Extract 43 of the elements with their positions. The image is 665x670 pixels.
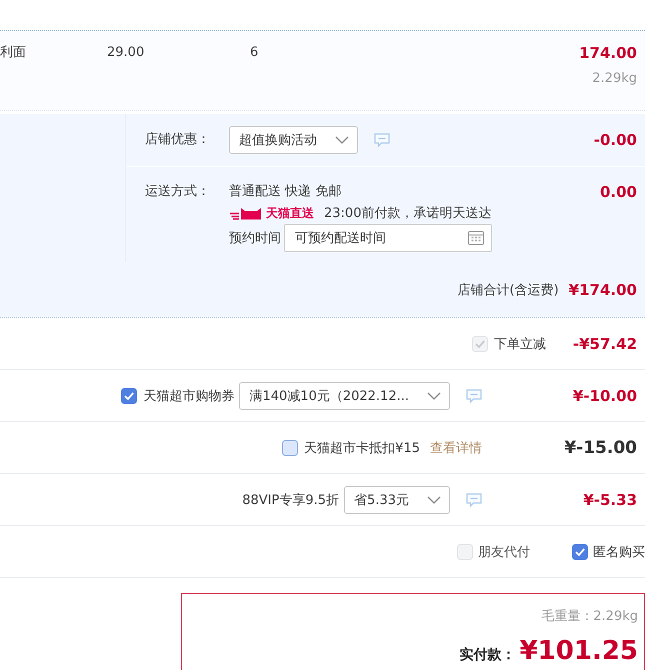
delivery-promise: 23:00前付款，承诺明天送达 bbox=[324, 205, 492, 222]
dropdown[interactable]: 超值换购活动 bbox=[229, 126, 358, 154]
date-input-field[interactable]: 可预约配送时间 bbox=[284, 224, 492, 252]
cat-head-icon bbox=[229, 206, 263, 220]
delivery-service-label: 天猫直送 bbox=[266, 204, 314, 222]
amount-due: ¥101.25 bbox=[520, 636, 638, 666]
adjustment-amount: ¥-10.00 bbox=[572, 386, 637, 404]
calendar-icon[interactable] bbox=[468, 230, 484, 245]
option-label: 匿名购买 bbox=[593, 544, 645, 560]
adjustment-amount: ¥-5.33 bbox=[582, 490, 637, 508]
speech-bubble-icon[interactable] bbox=[374, 133, 390, 147]
adjustment-label: 下单立减 bbox=[494, 336, 546, 352]
total-weight: 毛重量：2.29kg bbox=[540, 608, 638, 626]
discount-amount: -0.00 bbox=[594, 130, 637, 150]
adjustment-amount: -¥57.42 bbox=[572, 334, 637, 352]
chevron-down-icon bbox=[335, 136, 349, 144]
shop-total-amount: ¥174.00 bbox=[568, 280, 637, 300]
subtotal: 174.00 bbox=[579, 44, 637, 62]
checkbox[interactable] bbox=[121, 388, 138, 404]
dropdown[interactable]: 满140减10元（2022.12... bbox=[239, 382, 450, 410]
unit-price: 29.00 bbox=[107, 44, 146, 62]
shipping-amount: 0.00 bbox=[600, 182, 637, 202]
checkbox[interactable] bbox=[282, 440, 298, 456]
speech-bubble-icon[interactable] bbox=[466, 388, 482, 402]
shop-total-label: 店铺合计(含运费) bbox=[458, 282, 559, 298]
option-label: 朋友代付 bbox=[478, 544, 530, 560]
item-weight: 2.29kg bbox=[591, 70, 637, 88]
adjustment-label: 天猫超市购物券 bbox=[143, 388, 234, 404]
adjustment-label: 88VIP专享9.5折 bbox=[242, 492, 340, 508]
chevron-down-icon bbox=[427, 496, 441, 504]
chevron-down-icon bbox=[427, 392, 441, 400]
shipping-label: 运送方式： bbox=[145, 183, 211, 201]
dropdown[interactable]: 省5.33元 bbox=[344, 486, 450, 514]
checkbox[interactable] bbox=[572, 544, 588, 560]
appointment-label: 预约时间 bbox=[229, 230, 281, 247]
shop-discount-label: 店铺优惠： bbox=[145, 131, 211, 149]
adjustment-label: 天猫超市卡抵扣¥15 bbox=[304, 440, 420, 456]
shipping-method: 普通配送 快递 免邮 bbox=[229, 182, 342, 201]
adjustment-amount: ¥-15.00 bbox=[563, 438, 637, 458]
product-name[interactable]: 利面 bbox=[0, 44, 107, 62]
speech-bubble-icon[interactable] bbox=[466, 492, 482, 506]
amount-due-label: 实付款： bbox=[460, 646, 516, 664]
quantity: 6 bbox=[250, 44, 260, 62]
